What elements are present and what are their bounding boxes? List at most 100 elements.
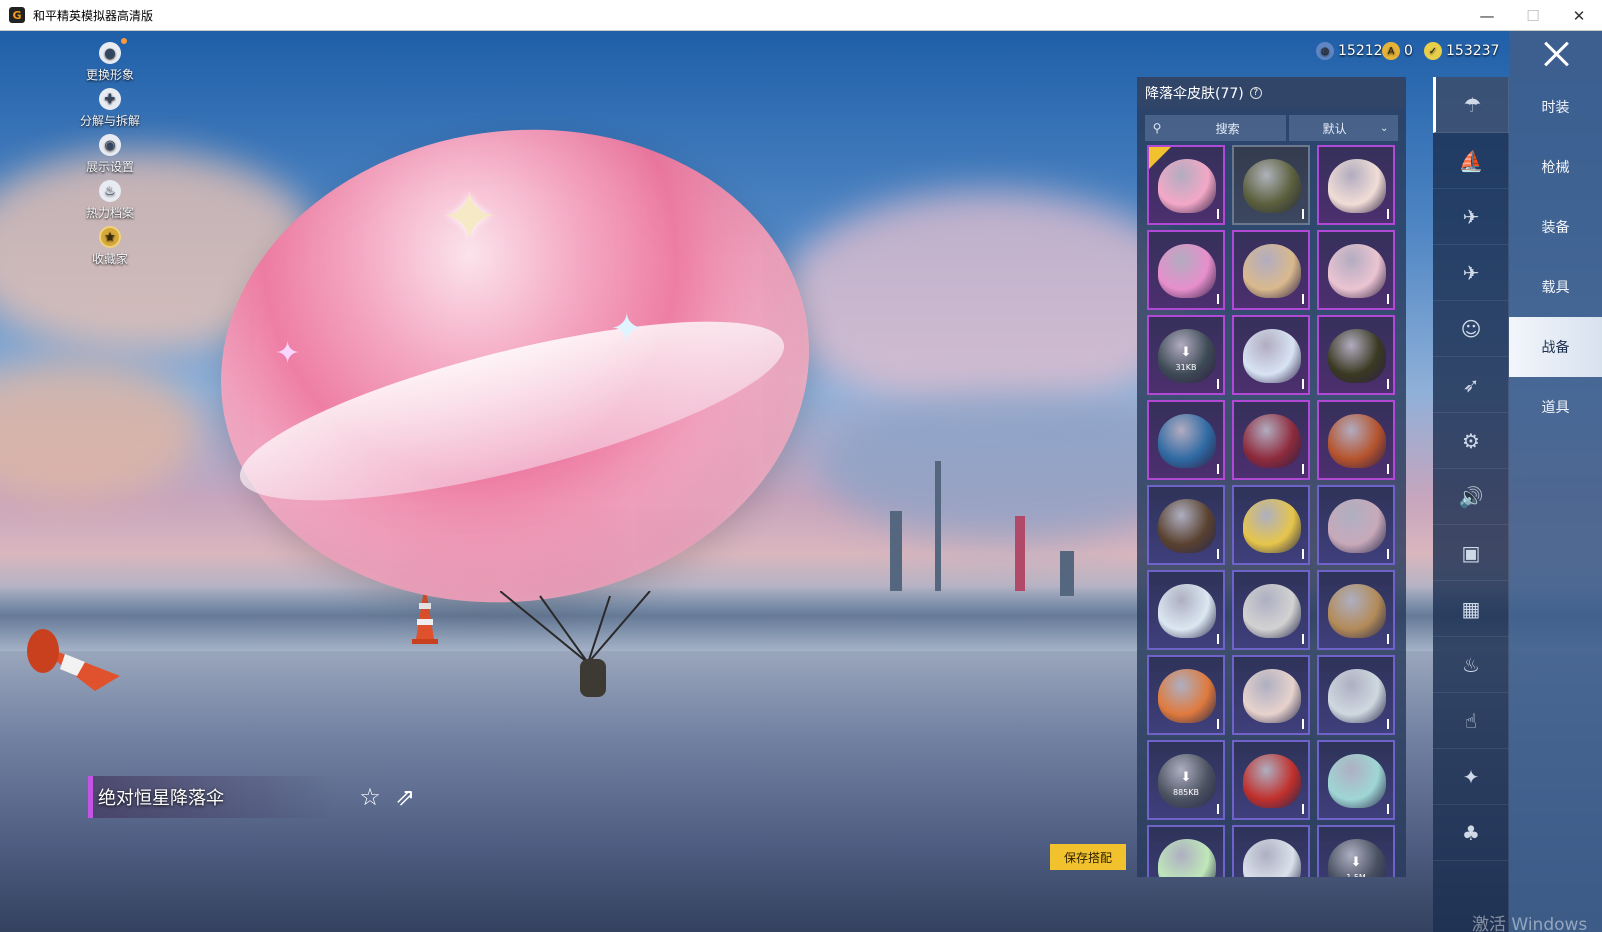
skin-item[interactable] <box>1317 315 1395 395</box>
menu-label: 更换形象 <box>85 68 134 82</box>
subcategory-tab[interactable]: ☂ <box>1433 77 1509 133</box>
menu-change-avatar[interactable]: ● 更换形象 <box>70 38 150 88</box>
skin-item[interactable] <box>1147 400 1225 480</box>
skyline-tower <box>1060 551 1074 596</box>
gold-coin-icon: ✓ <box>1424 42 1442 60</box>
parachute-thumbnail <box>1243 499 1301 553</box>
parachute-thumbnail <box>1328 584 1386 638</box>
drone-icon: ✈ <box>1462 204 1480 229</box>
skin-item[interactable] <box>1317 485 1395 565</box>
category-tab[interactable]: 载具 <box>1509 257 1602 317</box>
skin-item[interactable] <box>1147 230 1225 310</box>
skin-item[interactable] <box>1232 315 1310 395</box>
item-marker <box>1387 294 1389 304</box>
menu-heat-profile[interactable]: ♨ 热力档案 <box>70 180 150 226</box>
item-marker <box>1302 209 1304 219</box>
subcategory-tab[interactable]: ▣ <box>1433 525 1509 581</box>
maximize-button[interactable]: ☐ <box>1510 0 1556 31</box>
category-tab[interactable]: 道具 <box>1509 377 1602 437</box>
help-icon[interactable]: ? <box>1249 87 1262 99</box>
category-tab[interactable]: 枪械 <box>1509 137 1602 197</box>
subcategory-tab[interactable]: ⛵ <box>1433 133 1509 189</box>
skin-item[interactable]: ⬇ 1.5M <box>1317 825 1395 877</box>
subcategory-tab[interactable]: 🔊 <box>1433 469 1509 525</box>
subcategory-tab[interactable]: ▦ <box>1433 581 1509 637</box>
skin-item[interactable] <box>1232 825 1310 877</box>
parachute-thumbnail <box>1243 584 1301 638</box>
skin-item[interactable] <box>1147 825 1225 877</box>
skin-item[interactable] <box>1317 570 1395 650</box>
skin-item[interactable] <box>1317 230 1395 310</box>
parachute-thumbnail <box>1158 244 1216 298</box>
subcategory-tab[interactable]: ➶ <box>1433 357 1509 413</box>
skin-item[interactable] <box>1232 740 1310 820</box>
skin-grid: ⬇ 31KB ⬇ 885KB ⬇ 1.5M <box>1147 145 1397 877</box>
parachute-thumbnail <box>1328 159 1386 213</box>
collector-badge-icon: ★ <box>99 226 121 248</box>
search-icon: ⚲ <box>1152 121 1162 135</box>
subcategory-tab[interactable]: ☺ <box>1433 301 1509 357</box>
subcategory-tab[interactable]: ✈ <box>1433 189 1509 245</box>
puzzle-icon: ✚ <box>99 88 121 110</box>
category-tab[interactable]: 战备 <box>1509 317 1602 377</box>
subcategory-tab[interactable]: ♣ <box>1433 805 1509 861</box>
download-size: 885KB <box>1172 788 1199 797</box>
star-decoration-icon: ✦ <box>610 306 644 352</box>
search-input[interactable]: ⚲ 搜索 <box>1145 115 1287 141</box>
subcategory-tab[interactable]: ✈ <box>1433 245 1509 301</box>
touch-icon: ☝ <box>1464 708 1478 733</box>
skin-item[interactable] <box>1317 740 1395 820</box>
skin-item[interactable] <box>1232 230 1310 310</box>
spray-icon: ♨ <box>1462 652 1480 677</box>
skin-item[interactable] <box>1232 145 1310 225</box>
parachute-thumbnail <box>1158 584 1216 638</box>
item-marker <box>1302 719 1304 729</box>
share-icon[interactable]: ⇗ <box>390 782 420 812</box>
skin-item[interactable] <box>1317 145 1395 225</box>
skin-item[interactable] <box>1147 145 1225 225</box>
menu-decompose[interactable]: ✚ 分解与拆解 <box>70 88 150 134</box>
skin-item[interactable]: ⬇ 31KB <box>1147 315 1225 395</box>
subcategory-tab[interactable]: ⚙ <box>1433 413 1509 469</box>
item-marker <box>1217 209 1219 219</box>
skin-item[interactable] <box>1317 400 1395 480</box>
currency-value: 15212 <box>1338 43 1383 59</box>
item-marker <box>1387 549 1389 559</box>
currency-value: 153237 <box>1446 43 1500 59</box>
subcategory-tab[interactable]: ☝ <box>1433 693 1509 749</box>
skin-item[interactable] <box>1232 485 1310 565</box>
skin-item[interactable] <box>1232 570 1310 650</box>
equipped-check-icon <box>1149 147 1171 169</box>
save-outfit-button[interactable]: 保存搭配 <box>1050 844 1126 870</box>
sort-dropdown[interactable]: 默认 ⌄ <box>1289 115 1398 141</box>
skin-item[interactable] <box>1232 400 1310 480</box>
skin-item[interactable] <box>1147 570 1225 650</box>
chevron-down-icon: ⌄ <box>1380 122 1389 134</box>
skin-item[interactable]: ⬇ 885KB <box>1147 740 1225 820</box>
left-side-menu: ● 更换形象 ✚ 分解与拆解 ◉ 展示设置 ♨ 热力档案 ★ 收藏家 <box>70 38 150 272</box>
window-controls: — ☐ ✕ <box>1464 0 1602 31</box>
search-label: 搜索 <box>1215 121 1240 136</box>
a-coin-icon: A <box>1382 42 1400 60</box>
category-tab[interactable]: 时装 <box>1509 77 1602 137</box>
skin-item[interactable] <box>1147 485 1225 565</box>
favorite-star-icon[interactable]: ☆ <box>355 782 385 812</box>
subcategory-tab[interactable]: ✦ <box>1433 749 1509 805</box>
item-marker <box>1302 294 1304 304</box>
menu-display-settings[interactable]: ◉ 展示设置 <box>70 134 150 180</box>
skin-item[interactable] <box>1147 655 1225 735</box>
minimize-button[interactable]: — <box>1464 0 1510 31</box>
currency-display: ◍ 15212 <box>1316 42 1383 60</box>
window-close-button[interactable]: ✕ <box>1556 0 1602 31</box>
download-icon: ⬇ <box>1180 345 1192 360</box>
robot-icon: ⚙ <box>1462 428 1480 453</box>
close-screen-button[interactable] <box>1509 31 1602 77</box>
magic-icon: ✦ <box>1462 764 1480 789</box>
menu-collector[interactable]: ★ 收藏家 <box>70 226 150 272</box>
category-tab[interactable]: 装备 <box>1509 197 1602 257</box>
skin-item[interactable] <box>1232 655 1310 735</box>
item-marker <box>1217 719 1219 729</box>
subcategory-tab[interactable]: ♨ <box>1433 637 1509 693</box>
plane-icon: ✈ <box>1462 260 1480 285</box>
skin-item[interactable] <box>1317 655 1395 735</box>
